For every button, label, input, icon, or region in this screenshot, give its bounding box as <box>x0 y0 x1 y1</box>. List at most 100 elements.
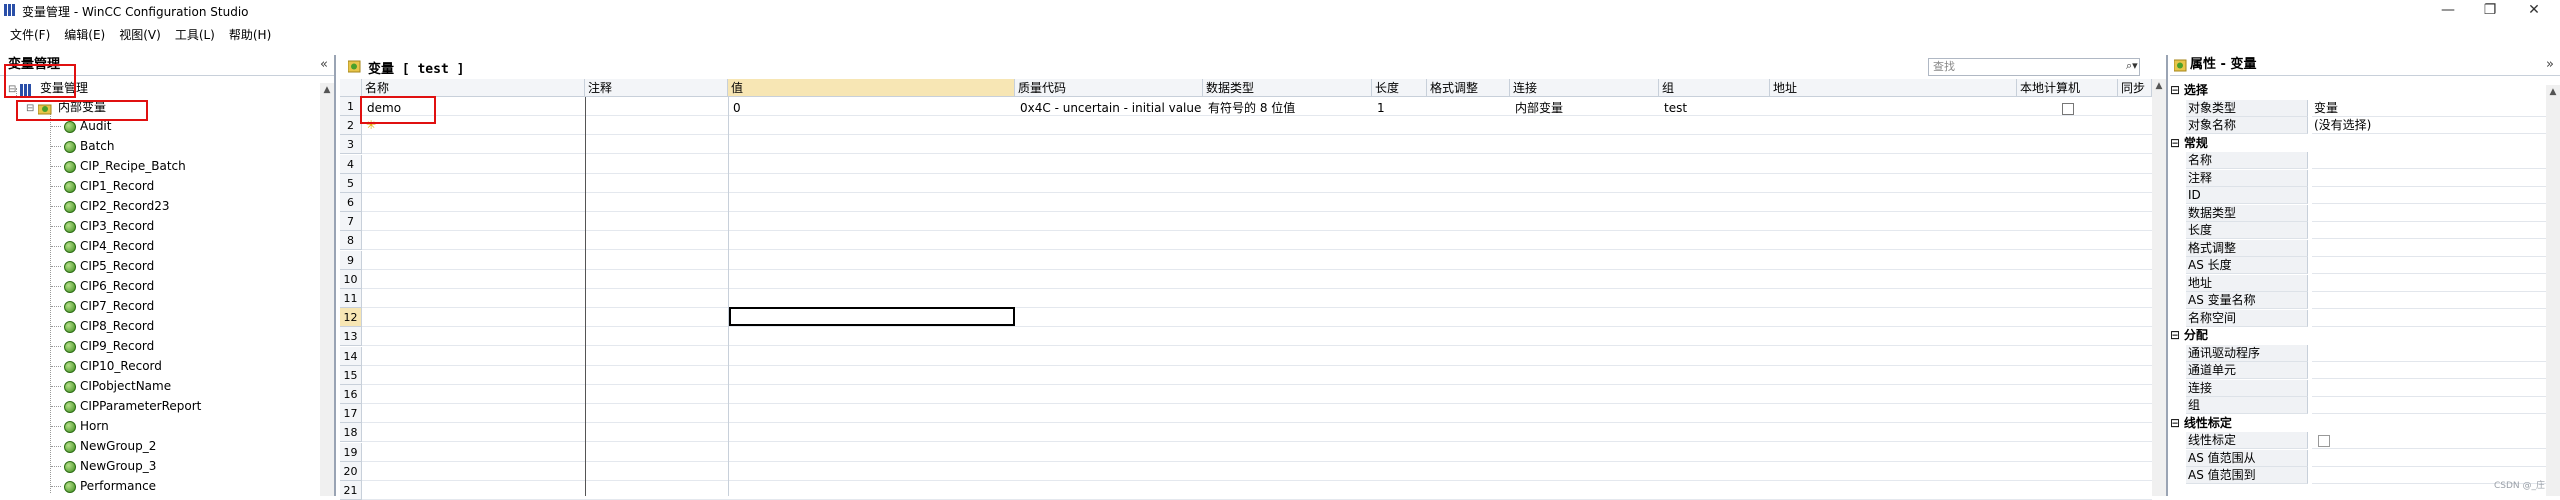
col-name[interactable]: 名称 <box>362 79 585 97</box>
collapse-toggle-icon[interactable]: ⊟ <box>2170 83 2184 97</box>
property-value[interactable] <box>2312 310 2560 327</box>
tree-item-group[interactable]: CIP4_Record <box>64 237 154 255</box>
collapse-toggle-icon[interactable]: ⊟ <box>2170 416 2184 430</box>
property-value[interactable]: 变量 <box>2312 100 2560 117</box>
row-number[interactable]: 12 <box>340 308 362 328</box>
scroll-up-arrow-icon[interactable]: ▲ <box>2152 79 2166 93</box>
property-row[interactable]: 连接 <box>2184 379 2560 397</box>
property-value[interactable] <box>2312 222 2560 239</box>
col-quality-code[interactable]: 质量代码 <box>1015 79 1203 97</box>
close-button[interactable]: ✕ <box>2514 0 2554 22</box>
tree-item-group[interactable]: CIP10_Record <box>64 357 162 375</box>
property-value[interactable] <box>2312 432 2560 449</box>
row-number[interactable]: 6 <box>340 193 362 212</box>
property-value[interactable] <box>2312 257 2560 274</box>
col-sync[interactable]: 同步 <box>2118 79 2152 97</box>
tree-scrollbar[interactable]: ▲ <box>320 83 334 496</box>
scroll-up-arrow-icon[interactable]: ▲ <box>320 83 334 97</box>
cell-length[interactable]: 1 <box>1374 99 1427 118</box>
cell-format[interactable] <box>1429 99 1507 118</box>
col-length[interactable]: 长度 <box>1372 79 1427 97</box>
row-number[interactable]: 20 <box>340 461 362 481</box>
minimize-button[interactable]: — <box>2428 0 2468 22</box>
restore-button[interactable]: ❐ <box>2470 0 2510 22</box>
cell-address[interactable] <box>1772 99 1915 118</box>
property-row[interactable]: 数据类型 <box>2184 204 2560 222</box>
property-value[interactable]: (没有选择) <box>2312 117 2560 134</box>
property-value[interactable] <box>2312 450 2560 467</box>
menu-file[interactable]: 文件(F) <box>0 23 57 46</box>
collapse-panel-button[interactable]: « <box>320 55 328 75</box>
tree-item-group[interactable]: Horn <box>64 417 109 435</box>
menu-help[interactable]: 帮助(H) <box>222 23 278 46</box>
row-number[interactable]: 1 <box>340 97 362 116</box>
property-value[interactable] <box>2312 170 2560 187</box>
property-value[interactable] <box>2312 205 2560 222</box>
col-data-type[interactable]: 数据类型 <box>1203 79 1372 97</box>
grid-scrollbar[interactable]: ▲ <box>2152 79 2166 496</box>
row-number[interactable]: 3 <box>340 135 362 155</box>
col-value[interactable]: 值 <box>728 79 1015 97</box>
property-row[interactable]: 组 <box>2184 397 2560 414</box>
selected-cell[interactable] <box>729 307 1015 326</box>
property-value[interactable] <box>2312 292 2560 309</box>
collapse-toggle-icon[interactable]: ⊟ <box>2170 328 2184 342</box>
tree-item-group[interactable]: CIP1_Record <box>64 177 154 195</box>
col-group[interactable]: 组 <box>1659 79 1770 97</box>
properties-scrollbar[interactable]: ▲ <box>2546 85 2560 496</box>
menu-view[interactable]: 视图(V) <box>112 23 168 46</box>
property-value[interactable] <box>2312 275 2560 292</box>
row-number[interactable]: 8 <box>340 231 362 251</box>
row-number[interactable]: 14 <box>340 346 362 366</box>
property-row[interactable]: 对象名称 (没有选择) <box>2184 117 2560 134</box>
tree-item-group[interactable]: CIP3_Record <box>64 217 154 235</box>
tree-item-group[interactable]: CIP8_Record <box>64 317 154 335</box>
collapse-toggle-icon[interactable]: ⊟ <box>2170 136 2184 150</box>
scroll-up-arrow-icon[interactable]: ▲ <box>2546 85 2560 99</box>
property-row[interactable]: 线性标定 <box>2184 432 2560 449</box>
property-value[interactable] <box>2312 187 2560 204</box>
row-number[interactable]: 9 <box>340 250 362 270</box>
property-row[interactable]: 名称 <box>2184 152 2560 169</box>
cell-value[interactable]: 0 <box>730 99 1013 118</box>
property-row[interactable]: 注释 <box>2184 169 2560 187</box>
property-row[interactable]: 通讯驱动程序 <box>2184 344 2560 362</box>
col-connection[interactable]: 连接 <box>1510 79 1659 97</box>
row-number[interactable]: 19 <box>340 442 362 462</box>
row-number[interactable]: 7 <box>340 212 362 232</box>
property-section[interactable]: ⊟ 常规 <box>2170 135 2560 152</box>
property-value[interactable] <box>2312 397 2560 414</box>
cell-connection[interactable]: 内部变量 <box>1512 99 1660 118</box>
row-number[interactable]: 10 <box>340 269 362 289</box>
property-row[interactable]: AS 变量名称 <box>2184 292 2560 309</box>
row-number[interactable]: 13 <box>340 327 362 347</box>
linear-scaling-checkbox[interactable] <box>2318 435 2330 447</box>
property-row[interactable]: ID <box>2184 187 2560 204</box>
row-number[interactable]: 11 <box>340 289 362 308</box>
property-section[interactable]: ⊟ 分配 <box>2170 327 2560 344</box>
property-row[interactable]: 地址 <box>2184 274 2560 292</box>
property-value[interactable] <box>2312 345 2560 362</box>
tree-item-group[interactable]: CIP2_Record23 <box>64 197 170 215</box>
tree-item-group[interactable]: Batch <box>64 137 115 155</box>
col-format[interactable]: 格式调整 <box>1427 79 1510 97</box>
property-value[interactable] <box>2312 362 2560 379</box>
row-number[interactable]: 18 <box>340 423 362 443</box>
tree-item-group[interactable]: Performance <box>64 477 156 495</box>
row-number[interactable]: 15 <box>340 365 362 385</box>
property-value[interactable] <box>2312 380 2560 397</box>
property-row[interactable]: AS 长度 <box>2184 257 2560 274</box>
row-number[interactable]: 16 <box>340 385 362 404</box>
tree-item-group[interactable]: NewGroup_3 <box>64 457 156 475</box>
row-number[interactable]: 21 <box>340 481 362 500</box>
tree-item-group[interactable]: CIP9_Record <box>64 337 154 355</box>
cell-group[interactable]: test <box>1661 99 1764 118</box>
tree-item-group[interactable]: CIP_Recipe_Batch <box>64 157 186 175</box>
property-value[interactable] <box>2312 152 2560 169</box>
row-number[interactable]: 5 <box>340 173 362 193</box>
col-comment[interactable]: 注释 <box>585 79 728 97</box>
expand-panel-button[interactable]: » <box>2546 55 2554 75</box>
col-address[interactable]: 地址 <box>1770 79 2017 97</box>
property-section[interactable]: ⊟ 选择 <box>2170 82 2560 99</box>
row-number[interactable]: 4 <box>340 154 362 174</box>
